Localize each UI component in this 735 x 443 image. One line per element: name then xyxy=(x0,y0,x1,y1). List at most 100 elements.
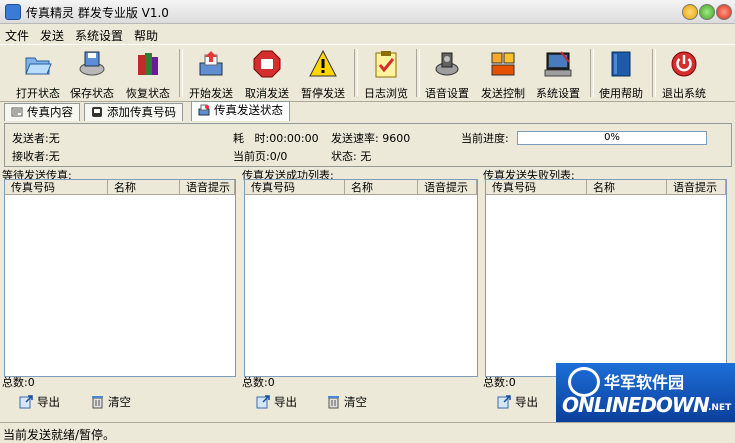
export-icon xyxy=(256,395,270,409)
state-text: 状态: 无 xyxy=(331,150,372,163)
waiting-fax-list[interactable]: 传真号码 名称 语音提示 xyxy=(4,179,236,377)
toolbar-label: 开始发送 xyxy=(189,87,233,100)
save-state-button[interactable]: 保存状态 xyxy=(64,49,120,100)
export-button[interactable]: 导出 xyxy=(256,392,297,412)
watermark-suffix: .NET xyxy=(708,403,732,413)
success-fax-list[interactable]: 传真号码 名称 语音提示 xyxy=(244,179,478,377)
total-count: 总数:0 xyxy=(242,376,275,389)
phone-icon xyxy=(92,107,102,117)
progress-label: 当前进度: xyxy=(461,132,509,145)
fax-content-icon xyxy=(11,107,23,117)
exit-button[interactable]: 退出系统 xyxy=(656,49,712,100)
tab-fax-content[interactable]: 传真内容 xyxy=(4,103,80,121)
save-disk-icon xyxy=(79,51,105,76)
send-control-button[interactable]: 发送控制 xyxy=(475,49,531,100)
tab-label: 传真发送状态 xyxy=(214,103,283,117)
clear-button[interactable]: 清空 xyxy=(90,392,131,412)
column-fax-number[interactable]: 传真号码 xyxy=(245,180,345,195)
clear-label: 清空 xyxy=(108,395,131,409)
clipboard-check-icon xyxy=(375,51,397,78)
column-voice-prompt[interactable]: 语音提示 xyxy=(418,180,477,195)
menu-send[interactable]: 发送 xyxy=(40,27,64,44)
toolbar: 打开状态 保存状态 恢复状态 开始发送 取消发送 暂停发送 日志浏览 语音设置 … xyxy=(0,44,735,102)
view-log-button[interactable]: 日志浏览 xyxy=(358,49,414,100)
app-icon xyxy=(5,4,21,20)
toolbar-label: 系统设置 xyxy=(536,87,580,100)
menu-help[interactable]: 帮助 xyxy=(134,27,158,44)
computer-settings-icon xyxy=(544,51,572,77)
clear-button[interactable]: 清空 xyxy=(326,392,367,412)
fax-send-icon xyxy=(199,51,223,76)
toolbar-label: 日志浏览 xyxy=(364,87,408,100)
control-panel-icon xyxy=(491,52,515,76)
column-name[interactable]: 名称 xyxy=(587,180,667,195)
total-count: 总数:0 xyxy=(483,376,516,389)
export-icon xyxy=(497,395,511,409)
export-button[interactable]: 导出 xyxy=(497,392,538,412)
column-voice-prompt[interactable]: 语音提示 xyxy=(180,180,235,195)
warning-icon xyxy=(309,49,337,77)
receiver-text: 接收者:无 xyxy=(12,150,60,163)
current-page-text: 当前页:0/0 xyxy=(233,150,288,163)
send-status-info: 发送者:无 接收者:无 耗 时:00:00:00 当前页:0/0 发送速率: 9… xyxy=(4,123,732,167)
toolbar-label: 保存状态 xyxy=(70,87,114,100)
toolbar-label: 发送控制 xyxy=(481,87,525,100)
toolbar-label: 取消发送 xyxy=(245,87,289,100)
status-bar: 当前发送就绪/暂停。 xyxy=(0,422,735,443)
menu-system-settings[interactable]: 系统设置 xyxy=(75,27,123,44)
cancel-send-button[interactable]: 取消发送 xyxy=(239,49,295,100)
folder-open-icon xyxy=(25,57,52,75)
minimize-button[interactable] xyxy=(682,4,698,20)
column-name[interactable]: 名称 xyxy=(108,180,180,195)
success-fax-panel: 传真发送成功列表: 传真号码 名称 语音提示 总数:0 导出 清空 xyxy=(240,166,481,418)
clear-icon xyxy=(328,396,339,409)
fax-status-icon xyxy=(198,104,210,116)
open-state-button[interactable]: 打开状态 xyxy=(10,49,66,100)
toolbar-label: 恢复状态 xyxy=(126,87,170,100)
start-send-button[interactable]: 开始发送 xyxy=(183,49,239,100)
toolbar-label: 暂停发送 xyxy=(301,87,345,100)
column-name[interactable]: 名称 xyxy=(345,180,418,195)
help-button[interactable]: 使用帮助 xyxy=(593,49,649,100)
tab-label: 传真内容 xyxy=(27,105,73,119)
export-label: 导出 xyxy=(515,395,538,409)
column-fax-number[interactable]: 传真号码 xyxy=(5,180,108,195)
failed-fax-list[interactable]: 传真号码 名称 语音提示 xyxy=(485,179,727,377)
watermark-cn: 华军软件园 xyxy=(604,373,685,392)
column-fax-number[interactable]: 传真号码 xyxy=(486,180,587,195)
watermark-en: ONLINEDOWN xyxy=(562,393,710,417)
tab-label: 添加传真号码 xyxy=(107,105,176,119)
onlinedown-watermark: 华军软件园 ONLINEDOWN .NET xyxy=(556,363,735,422)
sender-text: 发送者:无 xyxy=(12,132,60,145)
export-label: 导出 xyxy=(274,395,297,409)
status-text: 当前发送就绪/暂停。 xyxy=(3,428,116,442)
pause-send-button[interactable]: 暂停发送 xyxy=(295,49,351,100)
restore-state-button[interactable]: 恢复状态 xyxy=(120,49,176,100)
progress-text: 0% xyxy=(604,132,620,143)
total-count: 总数:0 xyxy=(2,376,35,389)
progress-bar: 0% xyxy=(517,131,707,145)
export-button[interactable]: 导出 xyxy=(19,392,60,412)
title-bar: 传真精灵 群发专业版 V1.0 xyxy=(0,0,735,24)
window-title: 传真精灵 群发专业版 V1.0 xyxy=(26,6,169,20)
maximize-button[interactable] xyxy=(699,4,715,20)
system-settings-button[interactable]: 系统设置 xyxy=(530,49,586,100)
tab-add-fax-number[interactable]: 添加传真号码 xyxy=(84,103,183,121)
tab-strip: 传真内容 添加传真号码 传真发送状态 xyxy=(0,101,735,121)
help-book-icon xyxy=(611,51,631,77)
send-rate-text: 发送速率: 9600 xyxy=(331,132,411,145)
column-voice-prompt[interactable]: 语音提示 xyxy=(667,180,726,195)
elapsed-time-text: 耗 时:00:00:00 xyxy=(233,132,319,145)
books-icon xyxy=(138,53,158,75)
tab-fax-send-status[interactable]: 传真发送状态 xyxy=(191,101,290,121)
toolbar-label: 使用帮助 xyxy=(599,87,643,100)
voice-settings-button[interactable]: 语音设置 xyxy=(419,49,475,100)
export-icon xyxy=(19,395,33,409)
menu-bar: 文件 发送 系统设置 帮助 xyxy=(0,24,735,43)
close-button[interactable] xyxy=(716,4,732,20)
clear-label: 清空 xyxy=(344,395,367,409)
toolbar-label: 退出系统 xyxy=(662,87,706,100)
speaker-icon xyxy=(435,52,459,76)
menu-file[interactable]: 文件 xyxy=(5,27,29,44)
clear-icon xyxy=(92,396,103,409)
